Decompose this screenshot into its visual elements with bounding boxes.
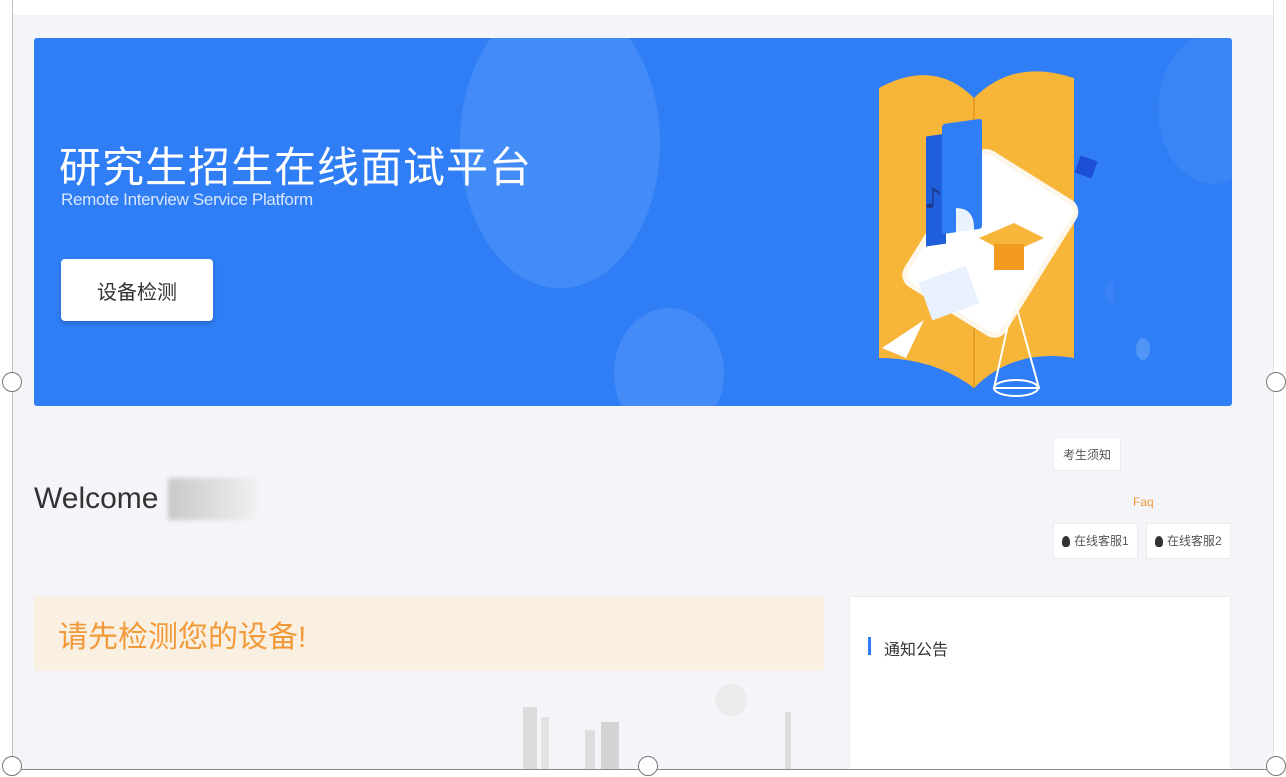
top-bar bbox=[13, 0, 1273, 16]
device-alert-text: 请先检测您的设备! bbox=[58, 620, 307, 654]
platform-title: 研究生招生在线面试平台 bbox=[59, 144, 533, 191]
svg-text:♪: ♪ bbox=[924, 182, 942, 215]
decor-bubble bbox=[614, 308, 724, 406]
notice-panel-title: 通知公告 bbox=[884, 642, 949, 659]
customer-service-1-label: 在线客服1 bbox=[1074, 534, 1129, 548]
qq-icon bbox=[1062, 535, 1070, 547]
app-frame: 研究生招生在线面试平台 Remote Interview Service Pla… bbox=[12, 0, 1274, 770]
customer-service-2-label: 在线客服2 bbox=[1167, 534, 1222, 548]
device-check-button[interactable]: 设备检测 bbox=[61, 259, 213, 321]
qq-icon bbox=[1155, 535, 1163, 547]
resize-handle[interactable] bbox=[1266, 756, 1286, 776]
resize-handle[interactable] bbox=[638, 756, 658, 776]
decor-bubble bbox=[1136, 338, 1150, 360]
welcome-message: Welcome bbox=[34, 478, 257, 520]
device-alert: 请先检测您的设备! bbox=[34, 596, 824, 671]
customer-service-1-button[interactable]: 在线客服1 bbox=[1053, 523, 1138, 559]
faq-link[interactable]: Faq bbox=[1133, 495, 1154, 509]
resize-handle[interactable] bbox=[2, 756, 22, 776]
redacted-username bbox=[168, 478, 257, 520]
hero-banner: 研究生招生在线面试平台 Remote Interview Service Pla… bbox=[34, 38, 1232, 406]
candidate-notice-link[interactable]: 考生须知 bbox=[1053, 437, 1122, 471]
book-illustration: ♪ bbox=[879, 71, 1114, 397]
decor-bubble bbox=[1158, 38, 1232, 184]
notice-panel: 通知公告 bbox=[849, 596, 1231, 769]
welcome-greeting: Welcome bbox=[34, 482, 159, 515]
resize-handle[interactable] bbox=[2, 372, 22, 392]
skyline-decoration bbox=[523, 684, 791, 769]
platform-subtitle: Remote Interview Service Platform bbox=[61, 190, 313, 209]
customer-service-2-button[interactable]: 在线客服2 bbox=[1146, 523, 1231, 559]
resize-handle[interactable] bbox=[1266, 372, 1286, 392]
panel-accent-bar bbox=[868, 637, 871, 655]
